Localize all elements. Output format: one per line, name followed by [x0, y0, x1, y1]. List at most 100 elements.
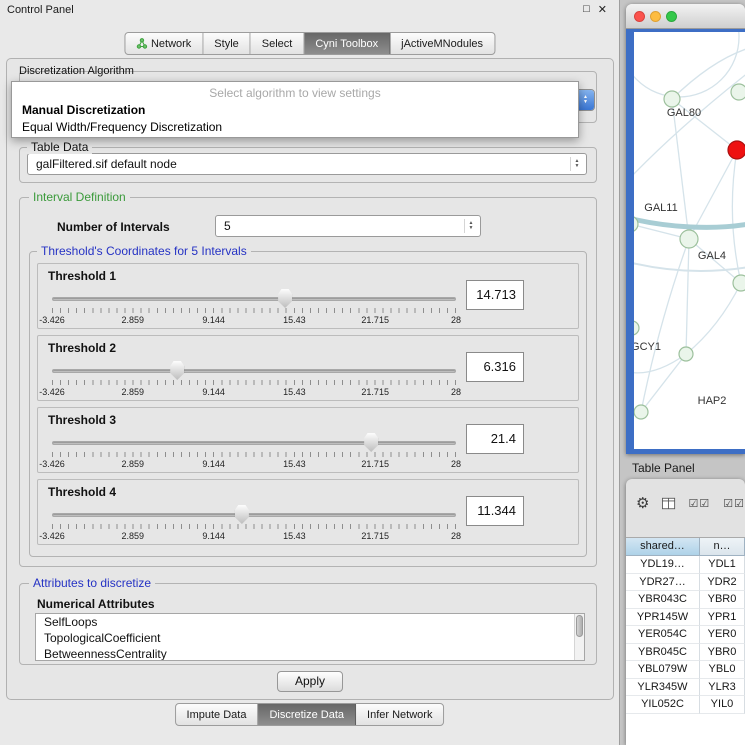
zoom-traffic-light-icon[interactable]	[666, 11, 677, 22]
number-of-intervals-value: 5	[224, 219, 458, 233]
list-scrollbar[interactable]	[574, 614, 584, 660]
float-panel-icon[interactable]: □	[583, 3, 590, 16]
cell[interactable]: YDR27…	[626, 574, 700, 592]
combobox-arrows-icon[interactable]: ▲ ▼	[577, 90, 594, 110]
table-row[interactable]: YDL19… YDL1	[626, 556, 745, 574]
slider-track[interactable]	[52, 297, 456, 301]
scale-tick-label: 21.715	[361, 459, 389, 469]
slider-scale: -3.426 2.859 9.144 15.43 21.715 28	[52, 315, 456, 326]
popup-item-equal-width-frequency[interactable]: Equal Width/Frequency Discretization	[12, 119, 578, 136]
cell[interactable]: YBR045C	[626, 644, 700, 662]
cell[interactable]: YBL0	[700, 661, 745, 679]
scale-tick-label: -3.426	[39, 459, 65, 469]
list-item[interactable]: BetweennessCentrality	[36, 646, 584, 661]
node	[679, 347, 693, 361]
slider-track[interactable]	[52, 369, 456, 373]
cell[interactable]: YDR2	[700, 574, 745, 592]
table-row[interactable]: YBR045C YBR0	[626, 644, 745, 662]
slider-thumb[interactable]	[364, 433, 378, 452]
slider-thumb[interactable]	[170, 361, 184, 380]
network-window-titlebar[interactable]	[626, 4, 745, 29]
table-row[interactable]: YIL052C YIL0	[626, 696, 745, 714]
threshold-2-slider[interactable]: -3.426 2.859 9.144 15.43 21.715 28	[52, 360, 456, 400]
tab-cyni-toolbox-label: Cyni Toolbox	[315, 38, 378, 50]
cell[interactable]: YDL19…	[626, 556, 700, 574]
cell[interactable]: YBR043C	[626, 591, 700, 609]
slider-track[interactable]	[52, 513, 456, 517]
tab-discretize-data[interactable]: Discretize Data	[258, 704, 356, 725]
cell[interactable]: YER054C	[626, 626, 700, 644]
gear-icon[interactable]: ⚙	[636, 496, 649, 511]
threshold-4-slider[interactable]: -3.426 2.859 9.144 15.43 21.715 28	[52, 504, 456, 544]
number-of-intervals-combobox[interactable]: 5 ▲ ▼	[215, 215, 481, 237]
threshold-1-slider[interactable]: -3.426 2.859 9.144 15.43 21.715 28	[52, 288, 456, 328]
control-panel-window: Control Panel □ ✕ Network Style Select C…	[0, 0, 620, 745]
algorithm-group-label: Discretization Algorithm	[19, 65, 134, 77]
threshold-4-value[interactable]: 11.344	[466, 496, 524, 526]
network-window: GAL80 GAL11 GAL4 GCY1 HAP2	[626, 4, 745, 454]
cell[interactable]: YPR1	[700, 609, 745, 627]
slider-thumb[interactable]	[235, 505, 249, 524]
arrow-down-icon: ▼	[469, 226, 474, 231]
node-label: GAL11	[644, 202, 677, 214]
threshold-3-slider[interactable]: -3.426 2.859 9.144 15.43 21.715 28	[52, 432, 456, 472]
threshold-3-value[interactable]: 21.4	[466, 424, 524, 454]
close-panel-icon[interactable]: ✕	[598, 3, 607, 16]
cell[interactable]: YIL052C	[626, 696, 700, 714]
columns-icon[interactable]	[662, 497, 675, 510]
column-header-name[interactable]: n…	[700, 538, 745, 556]
scale-tick-label: 21.715	[361, 315, 389, 325]
number-of-intervals-label: Number of Intervals	[57, 220, 170, 234]
close-traffic-light-icon[interactable]	[634, 11, 645, 22]
cell[interactable]: YLR345W	[626, 679, 700, 697]
cell[interactable]: YBR0	[700, 591, 745, 609]
scale-tick-label: 15.43	[283, 459, 306, 469]
tab-network[interactable]: Network	[125, 33, 203, 54]
table-panel-window: ⚙ ☑☑ ☑☑ shared… n… YDL19… YDL1 YDR27… YD…	[626, 479, 745, 745]
select-all-checks-icon[interactable]: ☑☑	[689, 497, 711, 510]
cell[interactable]: YBR0	[700, 644, 745, 662]
scale-tick-label: 2.859	[122, 459, 145, 469]
network-canvas[interactable]: GAL80 GAL11 GAL4 GCY1 HAP2	[634, 32, 745, 449]
scale-tick-label: -3.426	[39, 531, 65, 541]
slider-thumb[interactable]	[278, 289, 292, 308]
numerical-attributes-label: Numerical Attributes	[37, 597, 155, 611]
cell[interactable]: YER0	[700, 626, 745, 644]
selected-node[interactable]	[728, 141, 745, 159]
table-data-group-label: Table Data	[27, 140, 92, 154]
tab-select[interactable]: Select	[251, 33, 305, 54]
cell[interactable]: YPR145W	[626, 609, 700, 627]
apply-button[interactable]: Apply	[277, 671, 343, 692]
threshold-1-value[interactable]: 14.713	[466, 280, 524, 310]
highlighted-edge[interactable]	[634, 218, 745, 227]
table-data-combobox[interactable]: galFiltered.sif default node ▲ ▼	[27, 153, 587, 175]
minimize-traffic-light-icon[interactable]	[650, 11, 661, 22]
list-item[interactable]: TopologicalCoefficient	[36, 630, 584, 646]
tab-infer-network[interactable]: Infer Network	[356, 704, 443, 725]
threshold-2-value[interactable]: 6.316	[466, 352, 524, 382]
slider-track[interactable]	[52, 441, 456, 445]
table-row[interactable]: YER054C YER0	[626, 626, 745, 644]
tab-style[interactable]: Style	[203, 33, 250, 54]
table-row[interactable]: YBR043C YBR0	[626, 591, 745, 609]
threshold-3-label: Threshold 3	[48, 413, 116, 427]
tab-jactivemnodules[interactable]: jActiveMNodules	[390, 33, 494, 54]
popup-item-manual-discretization[interactable]: Manual Discretization	[12, 102, 578, 119]
scale-tick-label: 2.859	[122, 387, 145, 397]
tab-cyni-toolbox[interactable]: Cyni Toolbox	[304, 33, 390, 54]
numerical-attributes-list[interactable]: SelfLoops TopologicalCoefficient Between…	[35, 613, 585, 661]
cell[interactable]: YLR3	[700, 679, 745, 697]
scale-tick-label: 2.859	[122, 315, 145, 325]
table-row[interactable]: YPR145W YPR1	[626, 609, 745, 627]
table-row[interactable]: YBL079W YBL0	[626, 661, 745, 679]
tab-impute-data[interactable]: Impute Data	[176, 704, 259, 725]
deselect-checks-icon[interactable]: ☑☑	[723, 497, 745, 510]
cell[interactable]: YBL079W	[626, 661, 700, 679]
cell[interactable]: YIL0	[700, 696, 745, 714]
table-row[interactable]: YDR27… YDR2	[626, 574, 745, 592]
column-header-shared-name[interactable]: shared…	[626, 538, 700, 556]
list-item[interactable]: SelfLoops	[36, 614, 584, 630]
scrollbar-thumb[interactable]	[576, 615, 583, 637]
cell[interactable]: YDL1	[700, 556, 745, 574]
table-row[interactable]: YLR345W YLR3	[626, 679, 745, 697]
